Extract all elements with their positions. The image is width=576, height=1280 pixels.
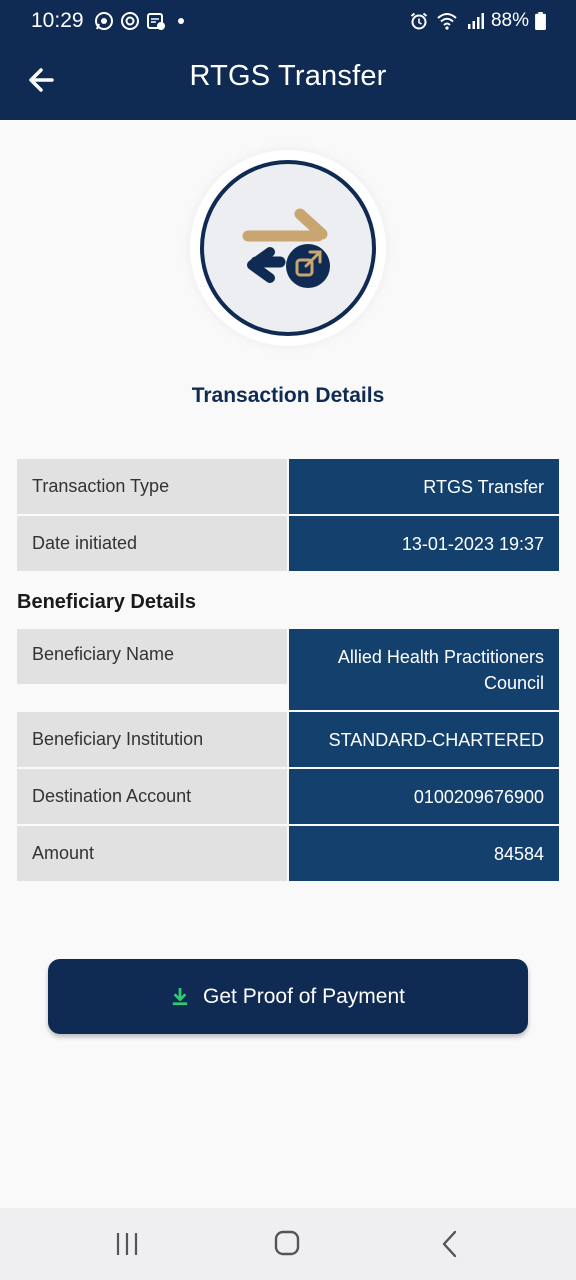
transfer-arrows-icon — [242, 208, 330, 288]
signal-icon — [467, 13, 484, 29]
table-row: Amount 84584 — [17, 826, 559, 881]
status-bar: 10:29 88% — [0, 0, 576, 42]
row-label: Destination Account — [17, 769, 287, 824]
row-value: 0100209676900 — [289, 769, 559, 824]
notification-dot — [177, 18, 184, 24]
row-label: Date initiated — [17, 516, 287, 571]
status-bar-left: 10:29 — [31, 9, 184, 33]
row-value: STANDARD-CHARTERED — [289, 712, 559, 767]
row-label: Beneficiary Name — [17, 629, 287, 684]
table-row: Transaction Type RTGS Transfer — [17, 459, 559, 514]
button-label: Get Proof of Payment — [203, 984, 405, 1008]
beneficiary-details-heading: Beneficiary Details — [17, 591, 196, 613]
row-value: Allied Health Practitioners Council — [289, 629, 559, 710]
row-value: 84584 — [289, 826, 559, 881]
download-icon — [172, 987, 188, 1005]
sync-icon — [120, 12, 139, 30]
battery-percent: 88% — [490, 10, 529, 31]
app-bar: RTGS Transfer — [0, 42, 576, 120]
row-label: Beneficiary Institution — [17, 712, 287, 767]
wifi-icon — [437, 13, 457, 30]
calendar-app-icon — [146, 13, 165, 30]
transaction-details-heading: Transaction Details — [191, 384, 385, 407]
table-row: Date initiated 13-01-2023 19:37 — [17, 516, 559, 571]
whatsapp-icon — [94, 12, 113, 30]
hero-circle — [200, 160, 376, 336]
row-value: 13-01-2023 19:37 — [289, 516, 559, 571]
table-row: Destination Account 0100209676900 — [17, 769, 559, 824]
row-value: RTGS Transfer — [289, 459, 559, 514]
transaction-table: Transaction Type RTGS Transfer Date init… — [17, 459, 559, 571]
system-nav-bar — [0, 1208, 576, 1280]
status-bar-right: 88% — [409, 10, 546, 32]
get-proof-of-payment-button[interactable]: Get Proof of Payment — [48, 959, 528, 1034]
home-icon[interactable] — [267, 1228, 307, 1260]
row-label: Transaction Type — [17, 459, 287, 514]
back-icon[interactable] — [429, 1228, 469, 1260]
table-row: Beneficiary Name Allied Health Practitio… — [17, 629, 559, 710]
status-time: 10:29 — [31, 9, 84, 32]
alarm-icon — [410, 12, 428, 30]
page-title: RTGS Transfer — [189, 60, 387, 92]
battery-icon — [535, 12, 546, 30]
row-label: Amount — [17, 826, 287, 881]
beneficiary-table: Beneficiary Name Allied Health Practitio… — [17, 629, 559, 881]
table-row: Beneficiary Institution STANDARD-CHARTER… — [17, 712, 559, 767]
hero-icon-badge — [190, 150, 386, 346]
recent-apps-icon[interactable] — [107, 1228, 147, 1260]
